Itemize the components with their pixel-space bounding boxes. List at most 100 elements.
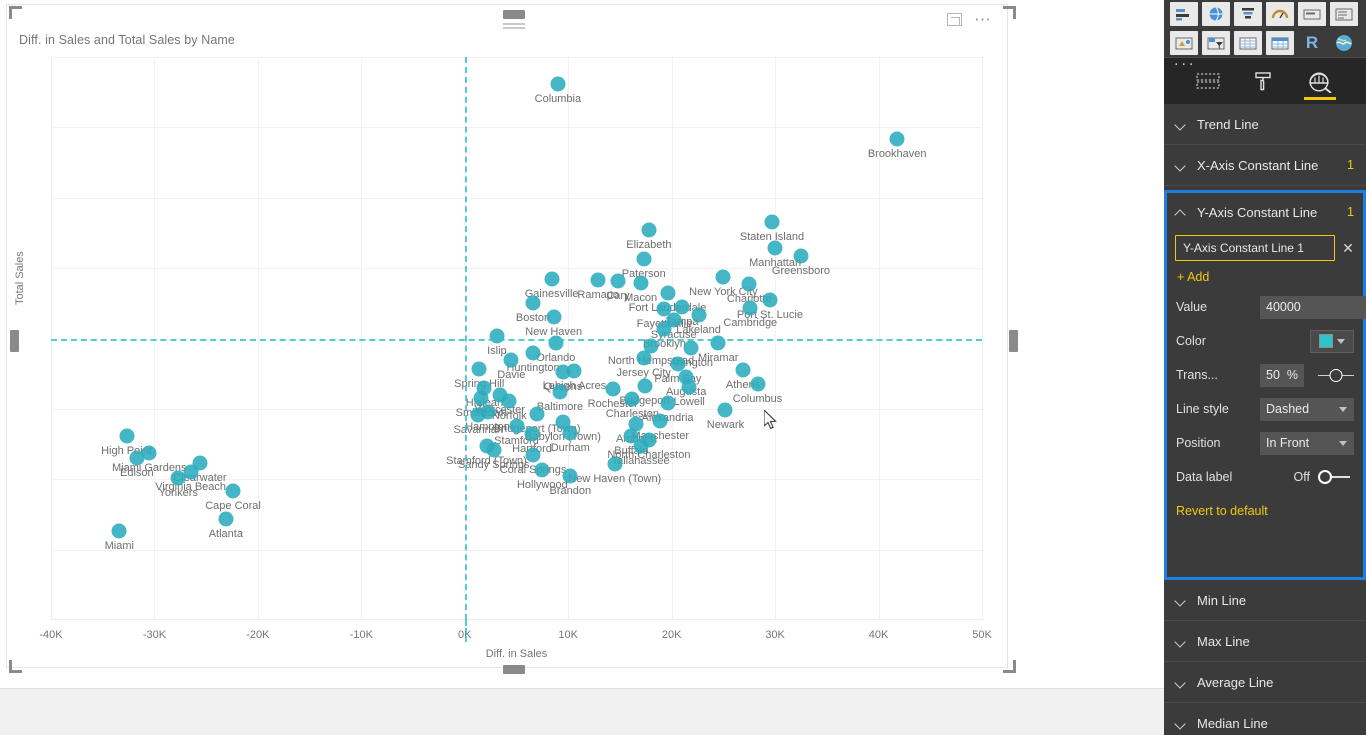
resize-handle-top-left[interactable] [9,6,22,19]
r-script-visual-icon[interactable]: R [1298,31,1326,55]
line-style-select[interactable]: Dashed [1260,397,1354,421]
drag-grip[interactable] [503,23,525,29]
section-average-line[interactable]: Average Line [1164,662,1366,703]
scatter-point[interactable] [525,295,541,311]
data-label-row[interactable]: Data label Off [1167,460,1363,494]
chevron-up-icon[interactable] [1176,207,1187,218]
chevron-down-icon[interactable] [1176,119,1187,130]
scatter-point[interactable] [750,376,766,392]
resize-handle-bottom[interactable] [503,665,525,674]
scatter-point[interactable] [633,438,649,454]
scatter-point[interactable] [489,328,505,344]
chevron-down-icon[interactable] [1339,440,1347,446]
revert-to-default-link[interactable]: Revert to default [1167,494,1363,518]
scatter-point[interactable] [590,272,606,288]
scatter-point[interactable] [218,511,234,527]
chevron-down-icon[interactable] [1337,338,1345,344]
scatter-point[interactable] [548,335,564,351]
analytics-sections-top[interactable]: Trend Line X-Axis Constant Line 1 [1164,104,1366,186]
python-visual-icon[interactable] [1330,31,1358,55]
scatter-point[interactable] [610,273,626,289]
scatter-point[interactable] [486,442,502,458]
toggle-knob[interactable] [1318,470,1332,484]
resize-handle-bottom-left[interactable] [9,660,22,673]
scatter-point[interactable] [656,321,672,337]
gallery-row-bottom[interactable]: R [1164,29,1366,55]
scatter-point[interactable] [793,248,809,264]
scatter-point[interactable] [764,214,780,230]
section-max-line[interactable]: Max Line [1164,621,1366,662]
scatter-point[interactable] [691,307,707,323]
scatter-point[interactable] [170,470,186,486]
scatter-point[interactable] [636,350,652,366]
position-select[interactable]: In Front [1260,431,1354,455]
scatter-plot-area[interactable]: 0K10K20K30K40K50K60K70K80K -40K-30K-20K-… [39,57,992,660]
chevron-down-icon[interactable] [1176,718,1187,729]
chevron-down-icon[interactable] [1176,160,1187,171]
scatter-point[interactable] [674,299,690,315]
value-row[interactable]: Value [1167,290,1366,324]
scatter-point[interactable] [119,428,134,444]
line-style-row[interactable]: Line style Dashed [1167,392,1363,426]
scatter-point[interactable] [641,222,657,238]
visualizations-analytics-panel[interactable]: R ... Trend Line X-Axis Constant Line 1 … [1164,0,1366,735]
stacked-bar-chart-icon[interactable] [1170,2,1198,26]
scatter-point[interactable] [111,523,127,539]
add-constant-line-button[interactable]: + Add [1167,261,1363,290]
scatter-point[interactable] [550,76,566,92]
funnel-chart-icon[interactable] [1234,2,1262,26]
scatter-point[interactable] [741,276,757,292]
focus-mode-icon[interactable] [947,13,962,26]
scatter-point[interactable] [529,406,545,422]
chevron-down-icon[interactable] [1339,406,1347,412]
color-row[interactable]: Color [1167,324,1363,358]
slicer-icon[interactable] [1202,31,1230,55]
scatter-point[interactable] [129,450,145,466]
more-options-icon[interactable]: ⋯ [974,11,993,28]
analytics-sections-bottom[interactable]: Min Line Max Line Average Line Median Line [1164,580,1366,735]
scatter-point[interactable] [605,381,621,397]
resize-handle-top[interactable] [503,10,525,19]
scatter-point[interactable] [717,402,733,418]
format-tab[interactable] [1236,58,1292,104]
scatter-point[interactable] [624,391,640,407]
scatter-point[interactable] [525,447,541,463]
scatter-point[interactable] [742,300,758,316]
section-trend-line[interactable]: Trend Line [1164,104,1366,145]
chevron-down-icon[interactable] [1176,636,1187,647]
scatter-point[interactable] [552,384,568,400]
scatter-point[interactable] [471,361,487,377]
scatter-chart-visual[interactable]: Diff. in Sales and Total Sales by Name ⋯… [6,4,1018,674]
section-median-line[interactable]: Median Line [1164,703,1366,735]
scatter-point[interactable] [470,407,486,423]
value-input[interactable] [1260,295,1366,319]
transparency-slider[interactable] [1318,364,1354,387]
slider-knob[interactable] [1329,368,1343,382]
gallery-row-top[interactable] [1164,0,1366,26]
color-swatch[interactable] [1319,334,1333,348]
scatter-point[interactable] [225,483,241,498]
constant-line-name-input[interactable]: Y-Axis Constant Line 1 [1175,235,1335,261]
scatter-point[interactable] [509,418,524,434]
panel-tab-bar[interactable] [1164,58,1366,104]
scatter-point[interactable] [637,378,653,394]
scatter-point[interactable] [683,340,699,356]
resize-handle-top-right[interactable] [1003,6,1016,19]
color-picker-button[interactable] [1310,329,1354,353]
fields-tab[interactable] [1180,58,1236,104]
table-icon[interactable] [1234,31,1262,55]
matrix-icon[interactable] [1266,31,1294,55]
visualization-gallery[interactable]: R ... [1164,0,1366,69]
constant-line-name-row[interactable]: Y-Axis Constant Line 1 ✕ [1167,235,1363,261]
scatter-point[interactable] [534,462,550,478]
resize-handle-bottom-right[interactable] [1003,660,1016,673]
scatter-point[interactable] [633,275,649,291]
scatter-point[interactable] [562,425,578,441]
section-x-axis-constant-line[interactable]: X-Axis Constant Line 1 [1164,145,1366,186]
scatter-point[interactable] [660,285,676,301]
analytics-tab[interactable] [1292,58,1348,104]
y-axis-constant-line-card[interactable]: Y-Axis Constant Line 1 Y-Axis Constant L… [1164,190,1366,580]
scatter-point[interactable] [562,468,578,484]
data-label-toggle[interactable] [1318,470,1350,484]
multi-row-card-icon[interactable] [1330,2,1358,26]
